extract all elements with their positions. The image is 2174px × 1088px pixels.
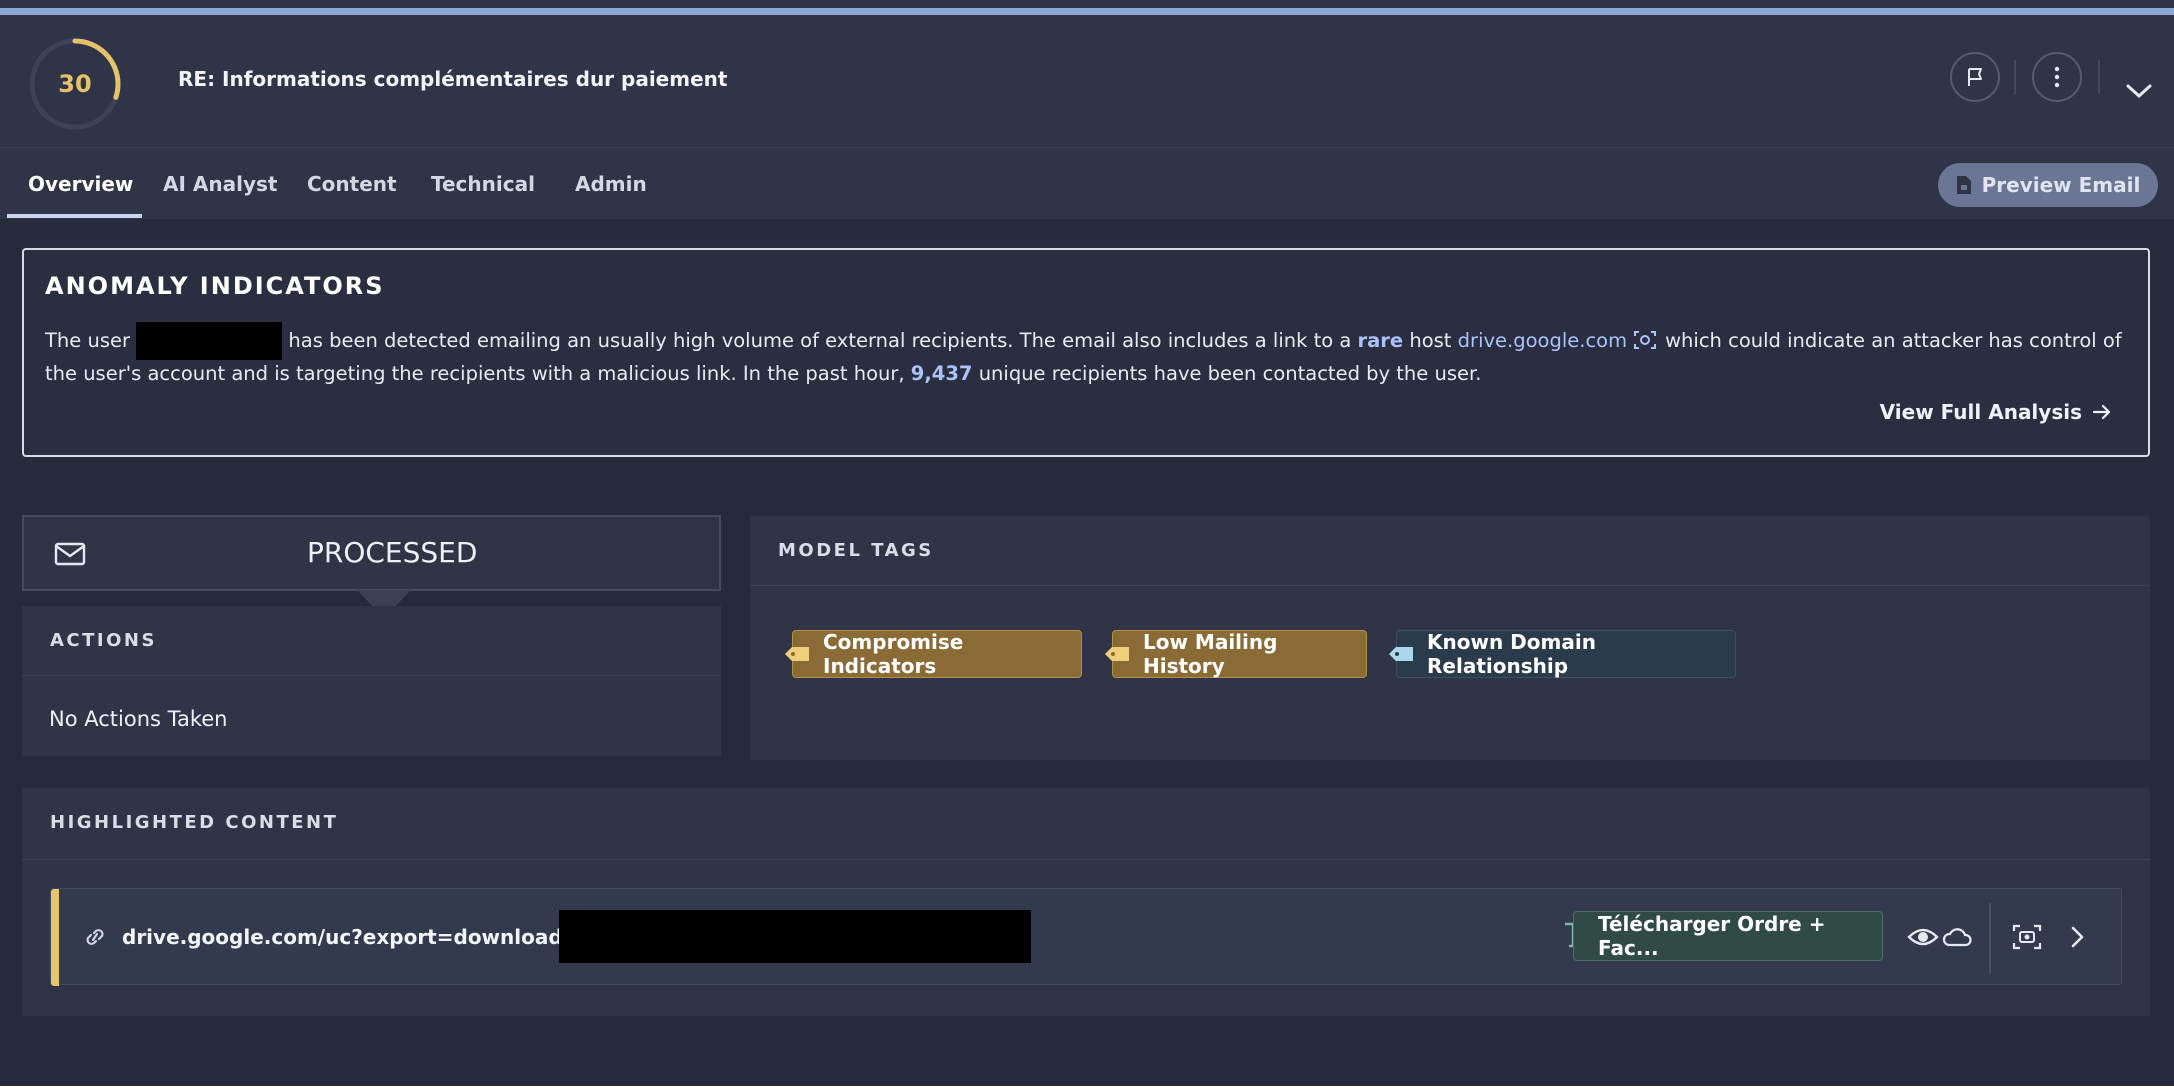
score-value: 30 bbox=[58, 70, 92, 98]
flag-button[interactable] bbox=[1950, 52, 2000, 102]
tab-overview[interactable]: Overview bbox=[28, 172, 133, 196]
highlighted-link-row[interactable]: drive.google.com/uc?export=download&id= … bbox=[50, 888, 2122, 986]
actions-header: ACTIONS bbox=[22, 606, 721, 676]
model-tag[interactable]: Known Domain Relationship bbox=[1389, 630, 1736, 678]
link-icon bbox=[86, 929, 104, 945]
row-accent bbox=[51, 889, 59, 986]
top-accent-bar bbox=[0, 0, 2174, 15]
actions-value: No Actions Taken bbox=[49, 707, 228, 731]
tab-technical[interactable]: Technical bbox=[431, 172, 535, 196]
row-divider bbox=[1989, 903, 1991, 973]
anomaly-text-part: unique recipients have been contacted by… bbox=[978, 362, 1482, 385]
header-divider bbox=[2098, 60, 2100, 94]
email-subject: RE: Informations complémentaires dur pai… bbox=[178, 67, 728, 91]
anomaly-text-part: The user bbox=[45, 329, 130, 352]
screenshot-icon[interactable] bbox=[2011, 923, 2043, 951]
model-tags-title: MODEL TAGS bbox=[778, 540, 934, 561]
model-tags-header: MODEL TAGS bbox=[750, 516, 2150, 586]
app-root: 30 RE: Informations complémentaires dur … bbox=[0, 0, 2174, 1088]
recipient-count: 9,437 bbox=[910, 362, 973, 385]
attachment-chip[interactable]: Télécharger Ordre + Fac... bbox=[1573, 911, 1883, 961]
screenshot-icon[interactable] bbox=[1633, 330, 1657, 350]
tag-icon bbox=[1389, 647, 1413, 661]
tag-icon bbox=[1105, 647, 1129, 661]
chevron-down-icon[interactable] bbox=[2124, 81, 2154, 101]
processed-label: PROCESSED bbox=[307, 536, 478, 569]
tab-content[interactable]: Content bbox=[307, 172, 397, 196]
tag-icon bbox=[785, 647, 809, 661]
model-tag-label: Compromise Indicators bbox=[823, 630, 964, 678]
more-options-button[interactable] bbox=[2032, 52, 2082, 102]
anomaly-text-part: host bbox=[1409, 329, 1452, 352]
attachment-label: Télécharger Ordre + Fac... bbox=[1598, 912, 1826, 960]
highlighted-content-title: HIGHLIGHTED CONTENT bbox=[50, 812, 339, 833]
document-lock-icon bbox=[1956, 176, 1971, 194]
email-header: 30 RE: Informations complémentaires dur … bbox=[0, 15, 2174, 148]
model-tag-label: Low Mailing History bbox=[1143, 630, 1278, 678]
redacted-url-id bbox=[559, 910, 1031, 963]
host-link[interactable]: drive.google.com bbox=[1458, 329, 1627, 352]
flag-icon bbox=[1968, 68, 1982, 86]
anomaly-title: ANOMALY INDICATORS bbox=[45, 272, 385, 300]
actions-card: ACTIONS No Actions Taken bbox=[22, 606, 721, 756]
processed-status: PROCESSED bbox=[22, 515, 721, 591]
model-tag[interactable]: Compromise Indicators bbox=[785, 630, 1082, 678]
anomaly-description: The user has been detected emailing an u… bbox=[45, 322, 2125, 387]
highlighted-content-header: HIGHLIGHTED CONTENT bbox=[22, 788, 2150, 860]
anomaly-text-part: has been detected emailing an usually hi… bbox=[288, 329, 1352, 352]
model-tag-label: Known Domain Relationship bbox=[1427, 630, 1596, 678]
header-divider bbox=[2014, 60, 2016, 94]
tab-bar: Overview AI Analyst Content Technical Ad… bbox=[0, 148, 2174, 219]
view-full-analysis-link[interactable]: View Full Analysis bbox=[1880, 400, 2112, 424]
highlighted-content-card: HIGHLIGHTED CONTENT drive.google.com/uc?… bbox=[22, 788, 2150, 1016]
model-tag[interactable]: Low Mailing History bbox=[1105, 630, 1367, 678]
cloud-icon[interactable] bbox=[1941, 923, 1973, 951]
actions-title: ACTIONS bbox=[50, 630, 157, 651]
preview-email-button[interactable]: Preview Email bbox=[1938, 163, 2158, 207]
anomaly-indicators-panel: ANOMALY INDICATORS The user has been det… bbox=[22, 248, 2150, 457]
highlighted-url[interactable]: drive.google.com/uc?export=download&id= bbox=[122, 925, 618, 949]
view-full-analysis-label: View Full Analysis bbox=[1879, 400, 2082, 424]
rare-highlight: rare bbox=[1357, 329, 1404, 352]
mail-icon bbox=[54, 542, 86, 566]
redacted-username bbox=[136, 322, 283, 360]
arrow-right-icon bbox=[2092, 404, 2111, 420]
tab-ai-analyst[interactable]: AI Analyst bbox=[163, 172, 277, 196]
active-tab-indicator bbox=[7, 214, 142, 218]
chevron-right-icon[interactable] bbox=[2061, 923, 2093, 951]
preview-email-label: Preview Email bbox=[1981, 173, 2141, 197]
tab-admin[interactable]: Admin bbox=[575, 172, 647, 196]
eye-icon[interactable] bbox=[1907, 923, 1939, 951]
model-tags-card: MODEL TAGS Compromise Indicators Low Mai… bbox=[750, 516, 2150, 760]
more-vertical-icon bbox=[2054, 66, 2060, 88]
